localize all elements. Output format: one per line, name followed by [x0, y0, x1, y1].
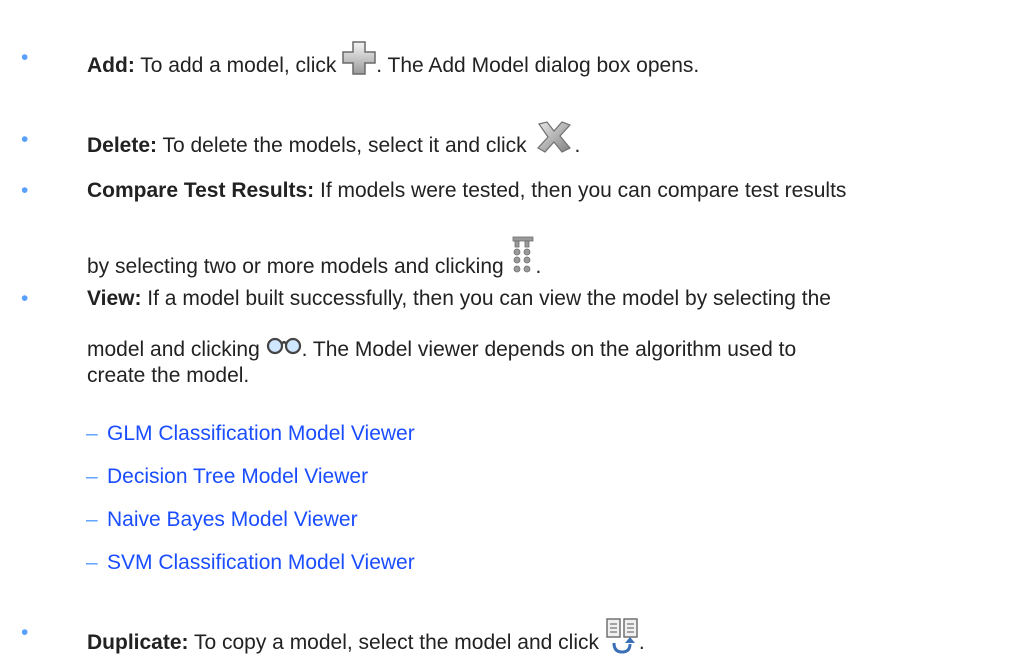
- add-text: Add: To add a model, click . The Add Mod…: [87, 41, 700, 80]
- view-desc-line3: create the model.: [87, 364, 250, 387]
- compare-line-1: Compare Test Results: If models were tes…: [87, 177, 846, 205]
- dash: –: [86, 508, 98, 531]
- duplicate-text: Duplicate: To copy a model, select the m…: [87, 617, 645, 657]
- naive-bayes-model-viewer-link[interactable]: Naive Bayes Model Viewer: [107, 506, 358, 534]
- duplicate-term: Duplicate:: [87, 631, 189, 654]
- compare-line-2: by selecting two or more models and clic…: [87, 235, 542, 281]
- bullet: •: [21, 287, 29, 310]
- glm-classification-model-viewer-link[interactable]: GLM Classification Model Viewer: [107, 420, 415, 448]
- compare-term: Compare Test Results:: [87, 179, 315, 202]
- compare-desc-after: .: [535, 255, 542, 278]
- view-desc-line1: If a model built successfully, then you …: [141, 287, 831, 310]
- view-line-3: create the model.: [87, 362, 249, 390]
- add-plus-icon[interactable]: [342, 40, 376, 76]
- add-term: Add:: [87, 54, 135, 77]
- svm-classification-model-viewer-link[interactable]: SVM Classification Model Viewer: [107, 549, 415, 577]
- view-line-1: View: If a model built successfully, the…: [87, 285, 831, 313]
- view-term: View:: [87, 287, 142, 310]
- dash: –: [86, 551, 98, 574]
- bullet: •: [21, 621, 29, 644]
- compare-desc-line2: by selecting two or more models and clic…: [87, 255, 510, 278]
- dash: –: [86, 465, 98, 488]
- bullet: •: [21, 46, 29, 69]
- delete-desc-before: To delete the models, select it and clic…: [157, 134, 533, 157]
- delete-term: Delete:: [87, 134, 158, 157]
- dash: –: [86, 422, 98, 445]
- compare-test-results-icon[interactable]: [510, 235, 536, 279]
- delete-desc-after: .: [574, 134, 581, 157]
- view-line-2: model and clicking . The Model viewer de…: [87, 336, 796, 364]
- bullet: •: [21, 179, 29, 202]
- delete-x-icon[interactable]: [533, 120, 575, 154]
- view-desc-line2-before: model and clicking: [87, 338, 266, 361]
- duplicate-icon[interactable]: [605, 617, 639, 655]
- compare-desc-line1: If models were tested, then you can comp…: [314, 179, 847, 202]
- decision-tree-model-viewer-link[interactable]: Decision Tree Model Viewer: [107, 463, 368, 491]
- duplicate-desc-before: To copy a model, select the model and cl…: [188, 631, 605, 654]
- duplicate-desc-after: .: [638, 631, 645, 654]
- view-desc-line2-after: . The Model viewer depends on the algori…: [301, 338, 797, 361]
- delete-text: Delete: To delete the models, select it …: [87, 121, 581, 160]
- add-desc-before: To add a model, click: [134, 54, 343, 77]
- bullet: •: [21, 128, 29, 151]
- add-desc-after: . The Add Model dialog box opens.: [376, 54, 700, 77]
- view-glasses-icon[interactable]: [266, 334, 302, 356]
